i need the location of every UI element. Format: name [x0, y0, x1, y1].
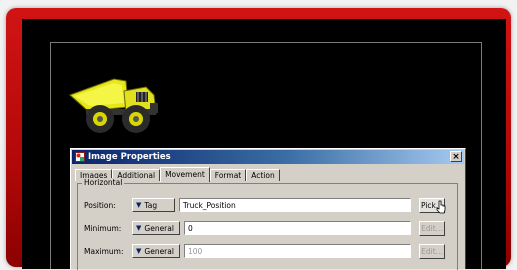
maximum-field[interactable]: 100 [184, 244, 411, 258]
horizontal-group: Horizontal Position: ▼ Tag Truck_Positio… [77, 178, 458, 270]
dialog-titlebar[interactable]: Image Properties × [72, 150, 464, 164]
dialog-title: Image Properties [88, 152, 171, 162]
horizontal-group-label: Horizontal [82, 178, 125, 187]
minimum-field[interactable]: 0 [184, 221, 411, 235]
image-properties-dialog: Image Properties × Images Additional Mov… [70, 148, 466, 270]
mouse-pointer-icon [436, 200, 446, 214]
position-row: Position: ▼ Tag Truck_Position [84, 197, 411, 213]
tab-movement[interactable]: Movement [160, 167, 210, 182]
minimum-row: Minimum: ▼ General 0 [84, 220, 411, 236]
maximum-edit-button[interactable]: Edit... [419, 244, 445, 259]
minimum-type-label: General [144, 223, 174, 233]
close-icon: × [452, 152, 460, 162]
position-label: Position: [84, 200, 116, 210]
dropdown-arrow-icon: ▼ [136, 201, 142, 209]
maximum-type-label: General [144, 246, 174, 256]
position-type-dropdown[interactable]: ▼ Tag [132, 198, 175, 212]
dropdown-arrow-icon: ▼ [136, 224, 142, 232]
position-field[interactable]: Truck_Position [179, 198, 411, 212]
maximum-type-dropdown[interactable]: ▼ General [132, 244, 180, 258]
minimum-edit-button[interactable]: Edit... [419, 221, 445, 236]
dump-truck-image[interactable] [68, 73, 164, 135]
close-button[interactable]: × [450, 151, 462, 162]
tab-action[interactable]: Action [246, 169, 280, 181]
tab-format[interactable]: Format [209, 169, 247, 181]
dropdown-arrow-icon: ▼ [136, 247, 142, 255]
minimum-type-dropdown[interactable]: ▼ General [132, 221, 180, 235]
maximum-label: Maximum: [84, 246, 124, 256]
minimum-label: Minimum: [84, 223, 122, 233]
maximum-row: Maximum: ▼ General 100 [84, 243, 411, 259]
position-type-label: Tag [144, 200, 158, 210]
image-properties-icon [75, 152, 85, 162]
